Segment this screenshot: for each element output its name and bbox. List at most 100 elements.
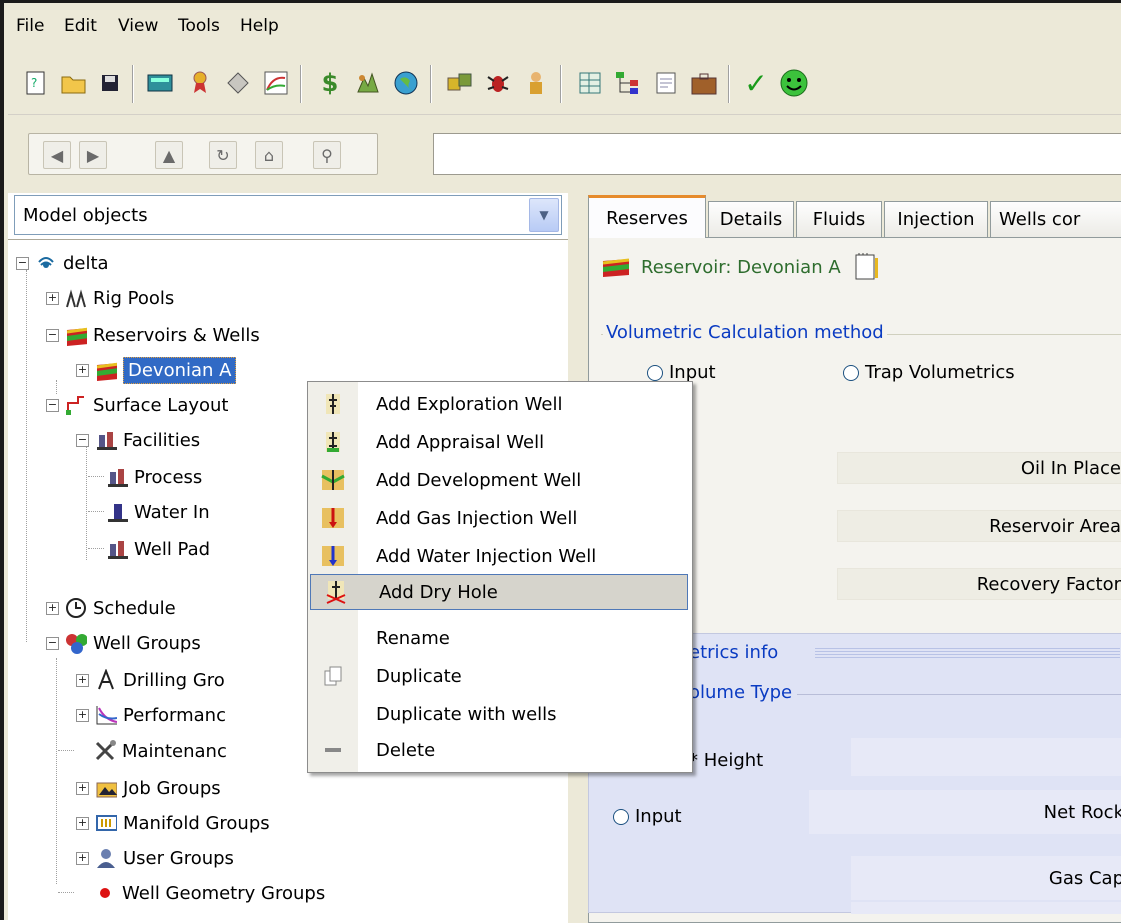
user-icon: [97, 849, 115, 868]
tree-label: Manifold Groups: [123, 812, 270, 834]
menu-item-label: Add Exploration Well: [376, 393, 563, 415]
menu-file[interactable]: File: [16, 16, 44, 36]
radio-button[interactable]: [647, 365, 663, 381]
tree-item-well-pad[interactable]: Well Pad: [106, 534, 210, 564]
tree-item-water-injection[interactable]: Water In: [106, 497, 210, 527]
open-folder-icon[interactable]: [58, 67, 90, 99]
tree-label: Maintenanc: [122, 740, 227, 762]
menu-item-duplicate[interactable]: Duplicate: [308, 658, 692, 694]
globe-icon[interactable]: [390, 67, 422, 99]
tree-item-drilling-groups[interactable]: + Drilling Gro: [76, 665, 225, 695]
radio-input-option[interactable]: Input: [647, 362, 716, 383]
award-icon[interactable]: [184, 67, 216, 99]
tag-icon[interactable]: [222, 67, 254, 99]
area-height-field: [851, 738, 1121, 776]
tree-item-delta[interactable]: − delta: [16, 248, 109, 278]
menu-item-add-exploration-well[interactable]: Add Exploration Well: [308, 386, 692, 422]
menu-view[interactable]: View: [118, 16, 158, 36]
tab-injection[interactable]: Injection: [884, 201, 988, 237]
tree-label: Rig Pools: [93, 287, 175, 309]
chart-icon[interactable]: [260, 67, 292, 99]
tree-label: delta: [63, 252, 109, 274]
chevron-down-icon[interactable]: ▼: [529, 198, 559, 232]
menu-item-add-development-well[interactable]: Add Development Well: [308, 462, 692, 498]
job-groups-icon: [96, 782, 117, 798]
tree-item-facilities[interactable]: − Facilities: [76, 425, 200, 455]
water-facility-icon: [108, 504, 128, 522]
table-icon[interactable]: [574, 67, 606, 99]
blocks-icon[interactable]: [444, 67, 476, 99]
up-arrow-icon[interactable]: ▲: [155, 141, 183, 169]
tree-item-performance[interactable]: + Performanc: [76, 700, 226, 730]
tree-item-surface-layout[interactable]: − Surface Layout: [46, 390, 228, 420]
save-icon[interactable]: [94, 67, 126, 99]
menu-item-label: Duplicate: [376, 665, 462, 687]
menu-edit[interactable]: Edit: [64, 16, 97, 36]
tree-label: Well Groups: [93, 632, 201, 654]
smiley-icon[interactable]: [778, 67, 810, 99]
model-objects-dropdown[interactable]: Model objects ▼: [14, 195, 562, 235]
net-rock-field: Net Rock: [809, 790, 1121, 834]
tree-label: Facilities: [123, 429, 201, 451]
tree-item-devonian-a[interactable]: + Devonian A: [76, 355, 237, 385]
menu-item-label: Add Water Injection Well: [376, 545, 597, 567]
briefcase-icon[interactable]: [688, 67, 720, 99]
navigation-bar: ◀ ▶ ▲ ↻ ⌂ ⚲: [8, 119, 1121, 187]
tab-fluids[interactable]: Fluids: [796, 201, 882, 237]
tab-reserves[interactable]: Reserves: [588, 195, 706, 238]
radio-input-rock[interactable]: Input: [613, 806, 682, 827]
menu-item-rename[interactable]: Rename: [308, 620, 692, 656]
menu-item-duplicate-with-wells[interactable]: Duplicate with wells: [308, 696, 692, 732]
bug-icon[interactable]: [482, 67, 514, 99]
back-arrow-icon[interactable]: ◀: [43, 141, 71, 169]
tree-item-well-groups[interactable]: − Well Groups: [46, 628, 201, 658]
find-icon[interactable]: ⚲: [313, 141, 341, 169]
field-label: Recovery Factor: [976, 573, 1121, 595]
menu-item-add-dry-hole[interactable]: Add Dry Hole: [310, 574, 688, 610]
tree-label: Well Geometry Groups: [122, 882, 326, 904]
tab-wells[interactable]: Wells cor: [990, 201, 1121, 237]
tree-label: Job Groups: [123, 777, 221, 799]
tree-item-user-groups[interactable]: + User Groups: [76, 843, 234, 873]
menu-help[interactable]: Help: [240, 16, 279, 36]
menu-item-delete[interactable]: Delete: [308, 732, 692, 768]
radio-button[interactable]: [843, 365, 859, 381]
radio-trap-volumetrics-option[interactable]: Trap Volumetrics: [843, 362, 1015, 383]
application-window: File Edit View Tools Help ? $ ✓ ◀ ▶ ▲ ↻ …: [0, 0, 1121, 923]
notepad-icon[interactable]: [650, 67, 682, 99]
tree-item-maintenance[interactable]: Maintenanc: [94, 736, 227, 766]
radio-label: Input: [635, 806, 682, 827]
tree-item-process[interactable]: Process: [106, 462, 202, 492]
menu-item-add-gas-injection-well[interactable]: Add Gas Injection Well: [308, 500, 692, 536]
tree-item-rig-pools[interactable]: + Rig Pools: [46, 283, 174, 313]
menu-item-add-water-injection-well[interactable]: Add Water Injection Well: [308, 538, 692, 574]
menu-tools[interactable]: Tools: [178, 16, 220, 36]
menu-item-label: Delete: [376, 739, 436, 761]
database-icon[interactable]: [144, 67, 176, 99]
antenna-icon: [38, 257, 54, 268]
dollar-icon[interactable]: $: [314, 67, 346, 99]
tree-item-manifold-groups[interactable]: + Manifold Groups: [76, 808, 270, 838]
hierarchy-icon[interactable]: [612, 67, 644, 99]
tree-item-schedule[interactable]: + Schedule: [46, 593, 176, 623]
menu-item-add-appraisal-well[interactable]: Add Appraisal Well: [308, 424, 692, 460]
tree-item-well-geometry-groups[interactable]: Well Geometry Groups: [94, 878, 325, 908]
refresh-icon[interactable]: ↻: [209, 141, 237, 169]
rig-pools-icon: [66, 289, 86, 308]
tab-details[interactable]: Details: [708, 201, 794, 237]
radio-button[interactable]: [613, 809, 629, 825]
home-icon[interactable]: ⌂: [255, 141, 283, 169]
notes-icon[interactable]: [853, 252, 879, 282]
tree-item-reservoirs-wells[interactable]: − Reservoirs & Wells: [46, 320, 260, 350]
tree-item-job-groups[interactable]: + Job Groups: [76, 773, 221, 803]
new-file-icon[interactable]: ?: [20, 67, 52, 99]
appraisal-well-icon: [326, 432, 340, 452]
forward-arrow-icon[interactable]: ▶: [79, 141, 107, 169]
tree-label: Surface Layout: [93, 394, 229, 416]
plant-icon[interactable]: [352, 67, 384, 99]
address-input[interactable]: [433, 133, 1121, 175]
checkmark-icon[interactable]: ✓: [740, 67, 772, 100]
worker-icon[interactable]: [520, 67, 552, 99]
menubar: File Edit View Tools Help: [8, 6, 1121, 46]
svg-text:?: ?: [31, 76, 37, 90]
